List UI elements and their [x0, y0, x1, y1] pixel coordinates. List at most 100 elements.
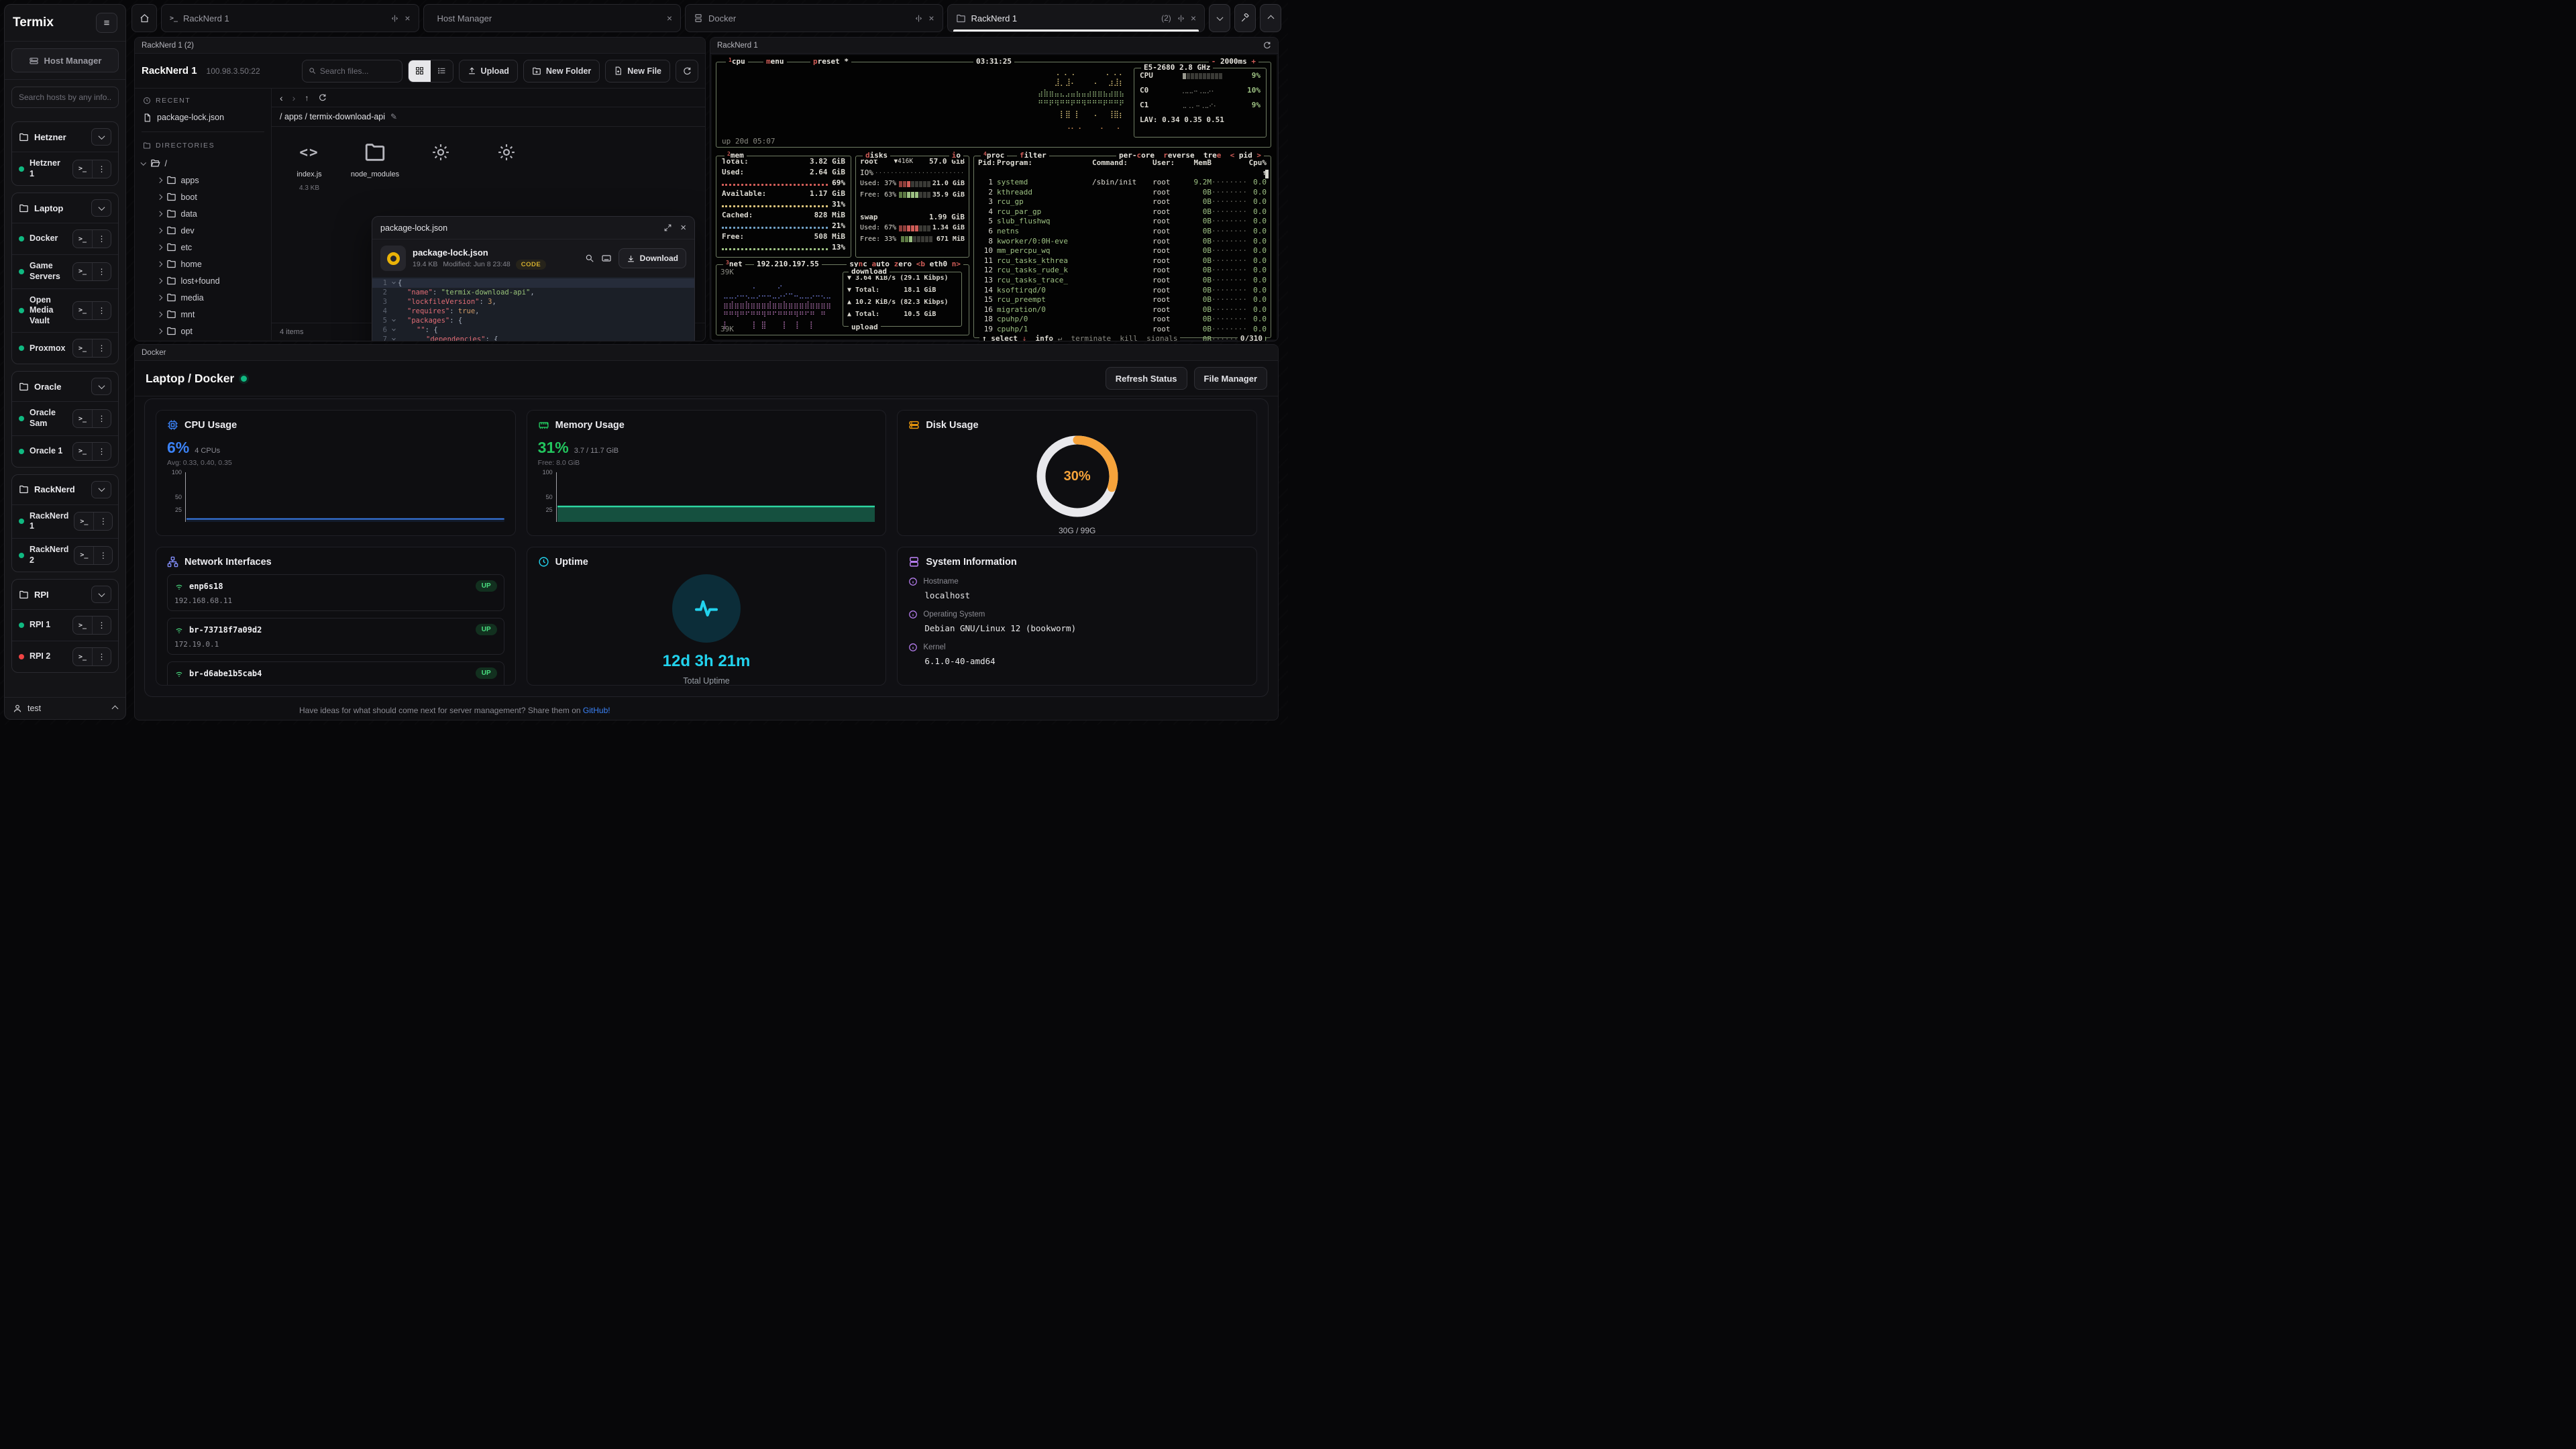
open-terminal-button[interactable]: >_	[74, 547, 93, 564]
open-terminal-button[interactable]: >_	[73, 160, 92, 178]
host-search-input[interactable]	[11, 87, 119, 108]
group-collapse-button[interactable]	[91, 378, 111, 395]
host-item-game-servers[interactable]: Game Servers>_⋮	[12, 254, 118, 288]
close-icon[interactable]: ×	[680, 222, 686, 233]
keyboard-icon[interactable]	[601, 253, 612, 264]
new-folder-button[interactable]: New Folder	[523, 60, 600, 83]
tab-close-button[interactable]: ×	[1191, 13, 1196, 23]
split-view-button[interactable]	[1177, 14, 1185, 23]
group-collapse-button[interactable]	[91, 481, 111, 498]
file-tile[interactable]	[478, 139, 535, 166]
expand-all-button[interactable]	[1260, 4, 1281, 32]
process-row[interactable]: 11rcu_tasks_kthrearoot0B·········0.0	[978, 256, 1267, 266]
host-item-open-media-vault[interactable]: Open Media Vault>_⋮	[12, 288, 118, 333]
recent-file-item[interactable]: package-lock.json	[142, 110, 264, 129]
tree-item-home[interactable]: home	[142, 256, 264, 272]
tab-close-button[interactable]: ×	[928, 13, 934, 23]
tree-item-media[interactable]: media	[142, 289, 264, 306]
host-menu-button[interactable]: ⋮	[93, 547, 112, 564]
open-terminal-button[interactable]: >_	[73, 648, 92, 665]
collapse-all-button[interactable]	[1209, 4, 1230, 32]
host-menu-button[interactable]: ⋮	[92, 648, 111, 665]
edit-path-icon[interactable]: ✎	[390, 112, 397, 121]
group-collapse-button[interactable]	[91, 199, 111, 217]
list-view-button[interactable]	[431, 60, 453, 82]
back-button[interactable]: ‹	[280, 93, 283, 103]
grid-view-button[interactable]	[409, 60, 431, 82]
tab-close-button[interactable]: ×	[405, 13, 410, 23]
group-header[interactable]: Oracle	[12, 372, 118, 401]
host-menu-button[interactable]: ⋮	[92, 443, 111, 460]
host-item-hetzner-1[interactable]: Hetzner 1>_⋮	[12, 152, 118, 185]
home-button[interactable]	[131, 4, 157, 32]
file-tile-node_modules[interactable]: node_modules	[347, 139, 403, 180]
upload-button[interactable]: Upload	[459, 60, 518, 83]
tools-button[interactable]	[1234, 4, 1256, 32]
process-row[interactable]: 2kthreaddroot0B·········0.0	[978, 188, 1267, 198]
file-tile[interactable]	[413, 139, 469, 166]
fold-toggle[interactable]	[390, 319, 398, 322]
btop-terminal[interactable]: 1cpumenupreset *03:31:25- 2000ms +⡀⢀ ⡀ ⢀…	[712, 55, 1277, 339]
code-viewer[interactable]: 1{2"name": "termix-download-api",3"lockf…	[372, 277, 694, 341]
file-search-input[interactable]	[320, 66, 396, 76]
group-header[interactable]: Laptop	[12, 193, 118, 223]
refresh-icon[interactable]	[318, 93, 327, 102]
tab-docker[interactable]: Docker×	[685, 4, 943, 32]
split-view-button[interactable]	[390, 14, 399, 23]
host-item-rpi-2[interactable]: RPI 2>_⋮	[12, 641, 118, 672]
tree-item-etc[interactable]: etc	[142, 239, 264, 256]
process-row[interactable]: 1systemd/sbin/initroot9.2M·········0.0	[978, 178, 1267, 188]
process-row[interactable]: 15rcu_preemptroot0B·········0.0	[978, 295, 1267, 305]
process-row[interactable]: 4rcu_par_gproot0B·········0.0	[978, 207, 1267, 217]
file-tile-index.js[interactable]: <>index.js4.3 KB	[281, 139, 337, 192]
host-menu-button[interactable]: ⋮	[92, 302, 111, 319]
tree-item-lost+found[interactable]: lost+found	[142, 272, 264, 289]
group-header[interactable]: RPI	[12, 580, 118, 609]
open-terminal-button[interactable]: >_	[74, 513, 93, 530]
sidebar-menu-button[interactable]: ≡	[96, 13, 117, 33]
refresh-button[interactable]	[676, 60, 698, 83]
user-row[interactable]: test	[5, 697, 125, 719]
host-menu-button[interactable]: ⋮	[92, 263, 111, 280]
split-view-button[interactable]	[914, 14, 923, 23]
host-item-racknerd-2[interactable]: RackNerd 2>_⋮	[12, 538, 118, 572]
host-item-oracle-1[interactable]: Oracle 1>_⋮	[12, 435, 118, 467]
tree-item-boot[interactable]: boot	[142, 189, 264, 205]
fold-toggle[interactable]	[390, 329, 398, 331]
host-menu-button[interactable]: ⋮	[92, 410, 111, 427]
sync-icon[interactable]	[1263, 41, 1271, 50]
host-manager-button[interactable]: Host Manager	[11, 48, 119, 72]
expand-icon[interactable]	[663, 223, 672, 232]
host-menu-button[interactable]: ⋮	[93, 513, 112, 530]
process-row[interactable]: 12rcu_tasks_rude_kroot0B·········0.0	[978, 266, 1267, 276]
process-row[interactable]: 14ksoftirqd/0root0B·········0.0	[978, 286, 1267, 296]
tab-close-button[interactable]: ×	[667, 13, 672, 23]
process-row[interactable]: 8kworker/0:0H-everoot0B·········0.0	[978, 237, 1267, 247]
download-button[interactable]: Download	[619, 248, 686, 268]
host-item-oracle-sam[interactable]: Oracle Sam>_⋮	[12, 401, 118, 435]
host-item-docker[interactable]: Docker>_⋮	[12, 223, 118, 254]
process-row[interactable]: 6netnsroot0B·········0.0	[978, 227, 1267, 237]
search-in-file-icon[interactable]	[585, 254, 594, 263]
tab-host-manager[interactable]: Host Manager×	[423, 4, 682, 32]
group-collapse-button[interactable]	[91, 586, 111, 603]
host-item-rpi-1[interactable]: RPI 1>_⋮	[12, 609, 118, 641]
open-terminal-button[interactable]: >_	[73, 616, 92, 634]
tree-item-dev[interactable]: dev	[142, 222, 264, 239]
refresh-status-button[interactable]: Refresh Status	[1106, 367, 1187, 390]
group-header[interactable]: RackNerd	[12, 475, 118, 504]
tab-racknerd-1[interactable]: >_RackNerd 1×	[161, 4, 419, 32]
host-menu-button[interactable]: ⋮	[92, 160, 111, 178]
new-file-button[interactable]: New File	[605, 60, 670, 83]
tree-item-mnt[interactable]: mnt	[142, 306, 264, 323]
open-terminal-button[interactable]: >_	[73, 443, 92, 460]
open-terminal-button[interactable]: >_	[73, 302, 92, 319]
tab-racknerd-1[interactable]: RackNerd 1(2)×	[947, 4, 1205, 32]
open-terminal-button[interactable]: >_	[73, 410, 92, 427]
open-terminal-button[interactable]: >_	[73, 339, 92, 357]
process-row[interactable]: 3rcu_gproot0B·········0.0	[978, 197, 1267, 207]
forward-button[interactable]: ›	[292, 93, 296, 103]
process-row[interactable]: 19cpuhp/1root0B·········0.0	[978, 325, 1267, 335]
fold-toggle[interactable]	[390, 282, 398, 284]
open-terminal-button[interactable]: >_	[73, 230, 92, 248]
